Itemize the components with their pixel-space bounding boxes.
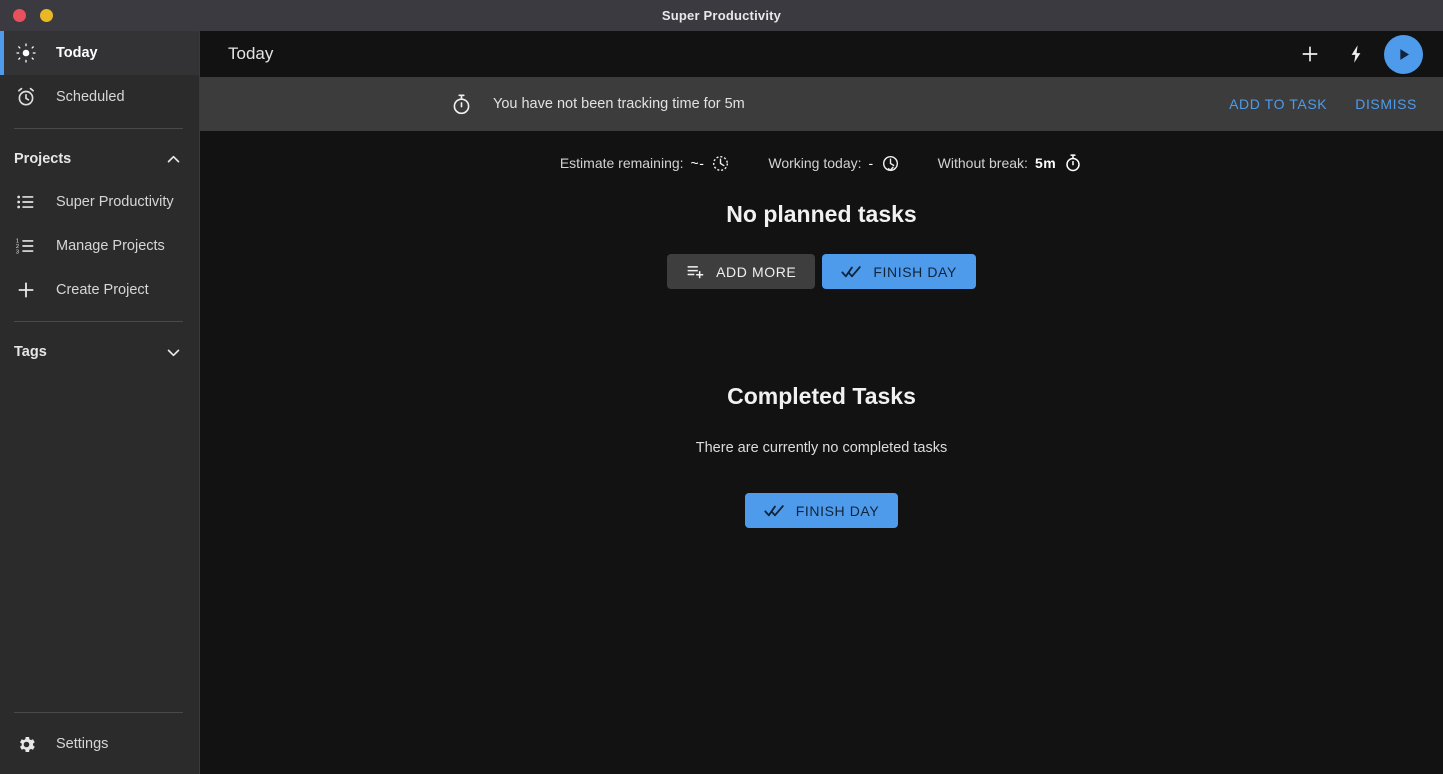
finish-day-label: FINISH DAY [873, 263, 957, 280]
stats-row: Estimate remaining: ~- Working today: - [560, 153, 1083, 173]
completed-tasks-empty-text: There are currently no completed tasks [695, 440, 948, 456]
sidebar-item-scheduled[interactable]: Scheduled [0, 75, 199, 119]
sidebar-item-label: Today [56, 45, 98, 61]
sidebar-item-label: Create Project [56, 282, 149, 298]
completed-actions: FINISH DAY [744, 493, 899, 528]
sidebar-item-label: Super Productivity [56, 194, 174, 210]
play-button[interactable] [1384, 34, 1423, 74]
quick-action-button[interactable] [1338, 36, 1374, 72]
stat-value: 5m [1034, 155, 1057, 171]
projects-section-label: Projects [14, 151, 72, 167]
stat-without-break: Without break: 5m [938, 153, 1084, 173]
sidebar-item-label: Scheduled [56, 89, 125, 105]
window-controls [0, 9, 53, 22]
gear-icon [14, 732, 38, 756]
completed-tasks-title: Completed Tasks [727, 383, 916, 409]
playlist-add-icon [686, 262, 705, 281]
clock-dashed-icon [711, 154, 730, 173]
sidebar-divider-bottom [14, 712, 183, 713]
list-icon [14, 190, 38, 214]
stat-label: Estimate remaining: [559, 155, 684, 171]
app-shell: Today Scheduled Projects Super Productiv… [0, 31, 1443, 774]
sidebar-divider-tags [14, 321, 183, 322]
tags-section-label: Tags [14, 344, 47, 360]
sidebar-item-today[interactable]: Today [0, 31, 199, 75]
app-title: Super Productivity [661, 8, 782, 23]
sidebar-item-super-productivity[interactable]: Super Productivity [0, 180, 199, 224]
header-actions [1292, 34, 1433, 74]
sun-icon [14, 41, 38, 65]
sidebar-section-projects[interactable]: Projects [0, 138, 199, 180]
stat-value: - [868, 155, 874, 171]
lightning-bolt-icon [1345, 43, 1367, 65]
sidebar-item-manage-projects[interactable]: 1 2 3 Manage Projects [0, 224, 199, 268]
content-area: Today You have not been tracking time fo… [200, 31, 1443, 774]
banner-message: You have not been tracking time for 5m [493, 96, 745, 112]
finish-day-label: FINISH DAY [795, 502, 880, 519]
page-title: Today [228, 44, 274, 63]
sidebar-section-tags[interactable]: Tags [0, 331, 199, 373]
finish-day-button[interactable]: FINISH DAY [822, 254, 976, 289]
alarm-clock-icon [14, 85, 38, 109]
double-check-icon [764, 500, 785, 521]
dismiss-button[interactable]: DISMISS [1355, 96, 1417, 112]
stat-label: Without break: [937, 155, 1028, 171]
stopwatch-icon [450, 93, 473, 116]
double-check-icon [841, 261, 862, 282]
sidebar-item-create-project[interactable]: Create Project [0, 268, 199, 312]
sidebar-footer: Settings [0, 703, 199, 774]
banner-message-group: You have not been tracking time for 5m [450, 93, 745, 116]
stat-working-today: Working today: - [768, 154, 899, 173]
plus-icon [14, 278, 38, 302]
stat-value: ~- [690, 155, 705, 171]
numbered-list-icon: 1 2 3 [14, 234, 38, 258]
plus-icon [1299, 43, 1321, 65]
stopwatch-icon [1063, 153, 1083, 173]
clock-check-icon [881, 154, 900, 173]
add-to-task-button[interactable]: ADD TO TASK [1229, 96, 1327, 112]
sidebar-item-label: Settings [56, 736, 109, 752]
page-header: Today [200, 31, 1443, 77]
sidebar: Today Scheduled Projects Super Productiv… [0, 31, 200, 774]
add-more-label: ADD MORE [716, 263, 797, 280]
add-task-button[interactable] [1292, 36, 1328, 72]
play-icon [1394, 45, 1413, 64]
stat-estimate-remaining: Estimate remaining: ~- [560, 154, 731, 173]
add-more-button[interactable]: ADD MORE [667, 254, 816, 289]
tracking-notification-banner: You have not been tracking time for 5m A… [200, 77, 1443, 131]
stat-label: Working today: [768, 155, 862, 171]
chevron-down-icon[interactable] [164, 343, 182, 361]
no-planned-tasks-title: No planned tasks [726, 201, 917, 227]
window-title-bar: Super Productivity [0, 0, 1443, 31]
minimize-window-button[interactable] [40, 9, 53, 22]
finish-day-button-completed[interactable]: FINISH DAY [744, 493, 899, 528]
planned-actions: ADD MORE FINISH DAY [667, 254, 976, 289]
banner-actions: ADD TO TASK DISMISS [1229, 96, 1417, 112]
close-window-button[interactable] [13, 9, 26, 22]
svg-text:3: 3 [16, 249, 19, 255]
main-content: Estimate remaining: ~- Working today: - [200, 131, 1443, 774]
chevron-up-icon[interactable] [164, 150, 182, 168]
sidebar-item-label: Manage Projects [56, 238, 165, 254]
sidebar-divider-top [14, 128, 183, 129]
sidebar-item-settings[interactable]: Settings [0, 722, 199, 766]
